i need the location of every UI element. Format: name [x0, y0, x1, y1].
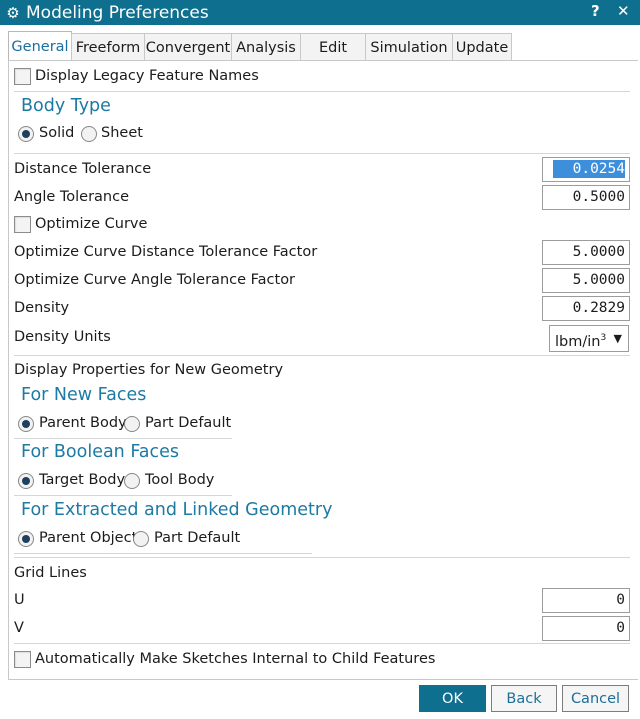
density-label: Density [14, 300, 70, 316]
title-bar: ⚙ Modeling Preferences ? ✕ [0, 0, 640, 25]
gear-icon: ⚙ [6, 3, 20, 22]
oc-angle-factor-label: Optimize Curve Angle Tolerance Factor [14, 272, 296, 288]
back-button[interactable]: Back [491, 685, 557, 712]
boolean-faces-title: For Boolean Faces [21, 442, 180, 462]
new-faces-parent-body-label: Parent Body [39, 415, 127, 431]
density-units-value: lbm/in [555, 333, 601, 350]
ok-button[interactable]: OK [419, 685, 486, 712]
legacy-names-label: Display Legacy Feature Names [35, 68, 259, 84]
divider [14, 553, 312, 554]
solid-label: Solid [39, 125, 75, 141]
help-button[interactable]: ? [591, 2, 600, 20]
sketches-internal-checkbox[interactable] [14, 651, 31, 668]
cancel-button[interactable]: Cancel [562, 685, 629, 712]
grid-v-input[interactable]: 0 [542, 616, 630, 641]
tab-simulation[interactable]: Simulation [365, 33, 453, 61]
grid-v-label: V [14, 620, 24, 636]
sheet-radio[interactable] [81, 126, 97, 142]
tab-update[interactable]: Update [452, 33, 512, 61]
boolean-tool-body-radio[interactable] [124, 473, 140, 489]
tab-freeform[interactable]: Freeform [71, 33, 145, 61]
boolean-tool-body-label: Tool Body [145, 472, 215, 488]
tab-bar: General Freeform Convergent Analysis Edi… [8, 31, 512, 61]
sketches-internal-label: Automatically Make Sketches Internal to … [35, 651, 436, 667]
oc-distance-factor-label: Optimize Curve Distance Tolerance Factor [14, 244, 318, 260]
boolean-target-body-radio[interactable] [18, 473, 34, 489]
grid-u-input[interactable]: 0 [542, 588, 630, 613]
oc-angle-factor-input[interactable]: 5.0000 [542, 268, 630, 293]
new-faces-parent-body-radio[interactable] [18, 416, 34, 432]
divider [14, 91, 630, 92]
density-input[interactable]: 0.2829 [542, 296, 630, 321]
divider [14, 153, 630, 154]
new-faces-part-default-label: Part Default [145, 415, 232, 431]
body-type-title: Body Type [21, 96, 111, 116]
angle-tolerance-label: Angle Tolerance [14, 189, 130, 205]
extracted-part-default-radio[interactable] [133, 531, 149, 547]
display-properties-label: Display Properties for New Geometry [14, 362, 284, 378]
new-faces-title: For New Faces [21, 385, 147, 405]
extracted-parent-object-radio[interactable] [18, 531, 34, 547]
grid-u-label: U [14, 592, 25, 608]
density-units-select[interactable]: lbm/in3 ▼ [549, 325, 629, 352]
new-faces-part-default-radio[interactable] [124, 416, 140, 432]
tab-general[interactable]: General [8, 31, 72, 61]
boolean-target-body-label: Target Body [39, 472, 126, 488]
extracted-part-default-label: Part Default [154, 530, 241, 546]
tab-convergent[interactable]: Convergent [144, 33, 232, 61]
oc-distance-factor-input[interactable]: 5.0000 [542, 240, 630, 265]
close-button[interactable]: ✕ [617, 2, 630, 20]
tab-analysis[interactable]: Analysis [231, 33, 301, 61]
density-units-exponent: 3 [600, 333, 607, 343]
divider [14, 495, 232, 496]
extracted-geometry-title: For Extracted and Linked Geometry [21, 500, 333, 520]
divider [14, 643, 630, 644]
window-title: Modeling Preferences [26, 2, 209, 23]
sheet-label: Sheet [101, 125, 143, 141]
distance-tolerance-input[interactable]: 0.0254 [542, 157, 630, 182]
angle-tolerance-input[interactable]: 0.5000 [542, 185, 630, 210]
solid-radio[interactable] [18, 126, 34, 142]
density-units-label: Density Units [14, 329, 111, 345]
optimize-curve-label: Optimize Curve [35, 216, 148, 232]
divider [14, 557, 630, 558]
tab-edit[interactable]: Edit [300, 33, 366, 61]
legacy-names-checkbox[interactable] [14, 68, 31, 85]
grid-lines-label: Grid Lines [14, 565, 87, 581]
distance-tolerance-label: Distance Tolerance [14, 161, 152, 177]
divider [14, 438, 232, 439]
divider [14, 355, 630, 356]
chevron-down-icon: ▼ [613, 332, 622, 345]
extracted-parent-object-label: Parent Object [39, 530, 138, 546]
optimize-curve-checkbox[interactable] [14, 216, 31, 233]
